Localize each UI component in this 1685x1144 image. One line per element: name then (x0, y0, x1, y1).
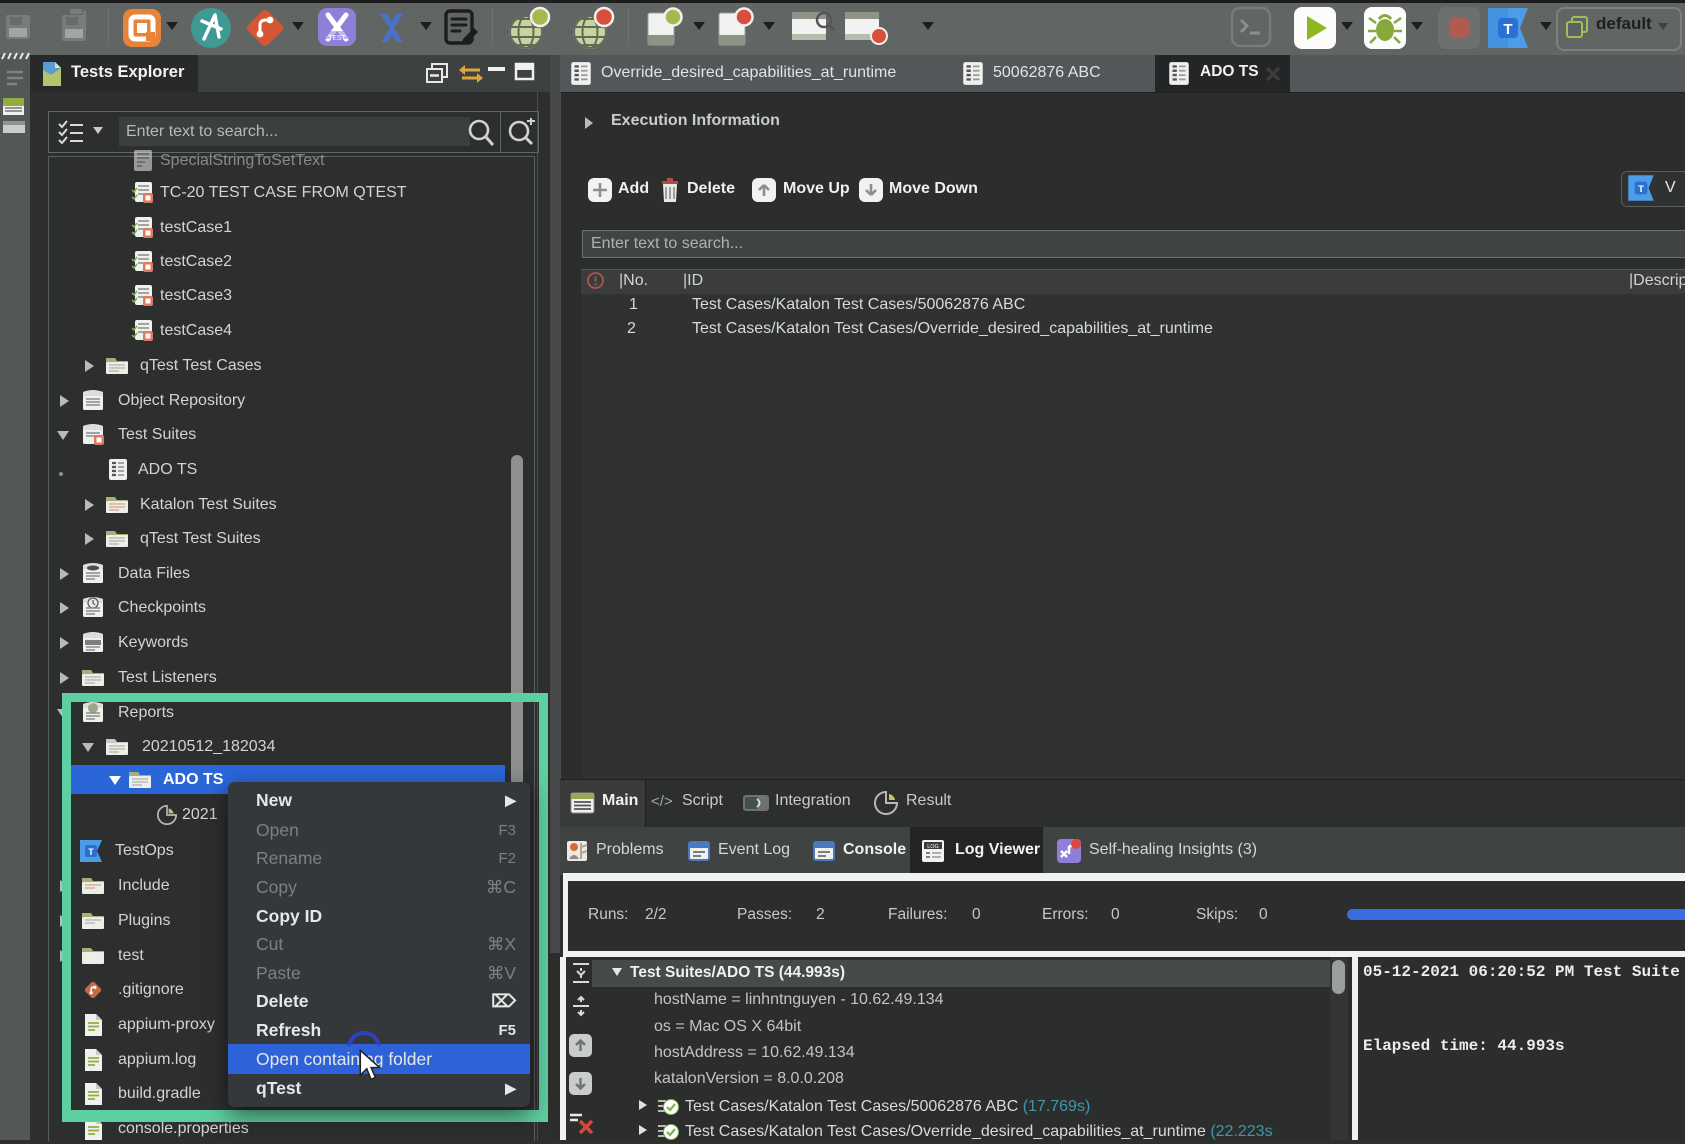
svg-text:LOG: LOG (927, 844, 939, 850)
svg-text:TEST: TEST (328, 35, 347, 42)
svg-text:T: T (1503, 21, 1512, 38)
svg-text:T: T (1638, 184, 1644, 195)
